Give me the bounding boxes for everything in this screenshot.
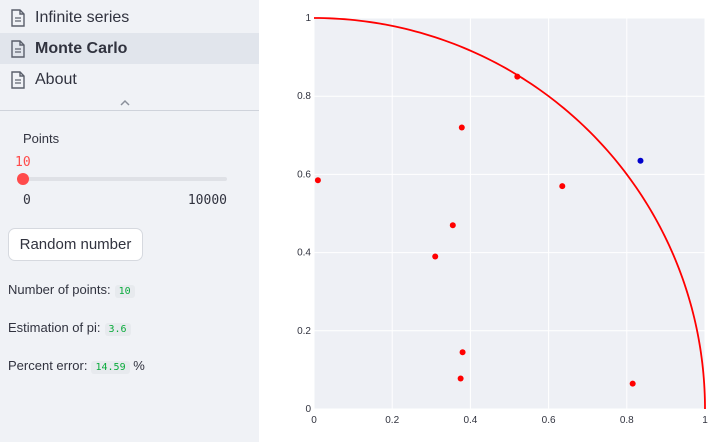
x-tick-label: 0.6 [542, 415, 556, 426]
number-of-points-value: 10 [114, 285, 135, 298]
scatter-plot-svg: 00 0.2 0.2 0.4 0.4 0.6 0.6 0.8 0.8 1 1 [297, 13, 708, 426]
inside-point [449, 222, 456, 229]
percent-error-value: 14.59 [91, 361, 130, 374]
x-tick-label: 0.4 [463, 415, 477, 426]
number-of-points-label: Number of points: [8, 282, 111, 297]
y-tick-label: 1 [305, 13, 311, 24]
document-icon [10, 70, 26, 89]
inside-point [458, 124, 465, 131]
nav-item-label: Monte Carlo [35, 39, 128, 57]
y-tick-label: 0.4 [297, 248, 311, 259]
inside-point [314, 177, 321, 184]
points-slider-track[interactable] [23, 177, 227, 181]
nav-item-monte-carlo[interactable]: Monte Carlo [0, 33, 259, 64]
nav-item-label: Infinite series [35, 8, 130, 26]
document-icon [10, 39, 26, 58]
nav-divider [0, 110, 259, 111]
nav-item-label: About [35, 70, 77, 88]
nav-item-infinite-series[interactable]: Infinite series [0, 2, 259, 33]
y-tick-label: 0.2 [297, 326, 311, 337]
y-tick-label: 0.6 [297, 169, 311, 180]
slider-max-label: 10000 [187, 193, 227, 208]
document-icon [10, 8, 26, 27]
number-of-points-line: Number of points: 10 [8, 282, 135, 298]
chevron-up-icon[interactable] [118, 96, 132, 108]
inside-point [432, 253, 439, 260]
pi-estimation-label: Estimation of pi: [8, 320, 101, 335]
inside-point [459, 349, 466, 356]
scatter-plot[interactable]: 0 0 0.2 0.2 0.4 0.4 0.6 0.6 0.8 0.8 1 1 [259, 0, 725, 442]
y-tick-label: 0 [305, 404, 311, 415]
percent-unit: % [133, 358, 145, 373]
x-tick-label: 0 [311, 415, 317, 426]
inside-point [514, 73, 521, 80]
points-slider-thumb[interactable] [17, 173, 30, 185]
random-number-button[interactable]: Random number [8, 228, 143, 261]
x-tick-label: 0.2 [385, 415, 399, 426]
percent-error-label: Percent error: [8, 358, 88, 373]
inside-point [559, 183, 566, 190]
x-tick-label: 1 [702, 415, 708, 426]
slider-value: 10 [15, 155, 31, 170]
inside-point [629, 380, 636, 387]
sidebar: Infinite series Monte Carlo About Points… [0, 0, 259, 442]
x-tick-label: 0.8 [620, 415, 634, 426]
plot-background [314, 18, 705, 409]
slider-label: Points [23, 131, 60, 146]
y-tick-label: 0.8 [297, 91, 311, 102]
inside-point [457, 375, 464, 382]
outside-point [637, 157, 644, 164]
nav-item-about[interactable]: About [0, 64, 259, 95]
slider-min-label: 0 [23, 193, 31, 208]
percent-error-line: Percent error: 14.59 % [8, 358, 145, 374]
pi-estimation-value: 3.6 [104, 323, 131, 336]
pi-estimation-line: Estimation of pi: 3.6 [8, 320, 131, 336]
